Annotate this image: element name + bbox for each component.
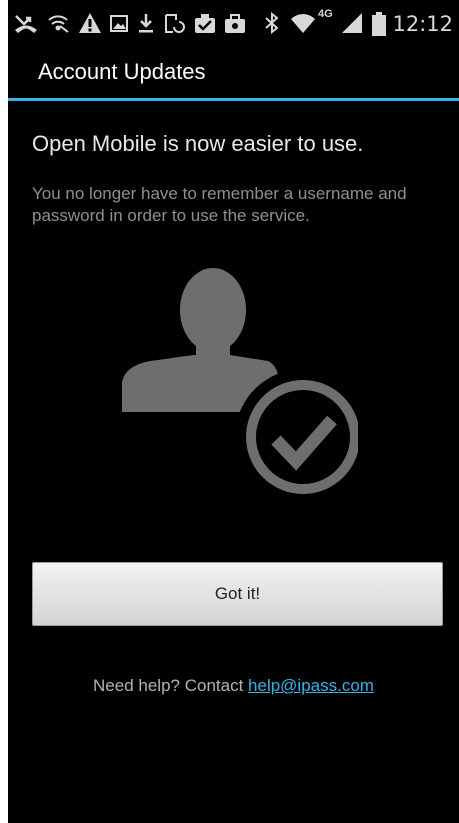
briefcase-icon [225,14,245,33]
user-checkmark-icon [122,268,358,505]
clipboard-check-icon [195,14,215,33]
signal-icon [342,13,362,33]
help-prefix: Need help? Contact [93,676,249,695]
app-bar-divider [8,98,459,101]
network-type-label: 4G [318,8,333,20]
help-email-link[interactable]: help@ipass.com [248,676,374,695]
app-bar-title: Account Updates [38,59,206,84]
headline: Open Mobile is now easier to use. [32,131,364,156]
warning-icon [79,13,101,33]
phone-screen: 4G 12:12 Account Updates Open Mobile is … [8,0,459,823]
got-it-button[interactable]: Got it! [32,562,443,626]
wifi-hotspot-icon [48,15,69,33]
image-icon [110,15,128,32]
body-text: You no longer have to remember a usernam… [32,184,407,225]
wifi-icon [291,14,315,33]
sync-icon [165,14,185,33]
help-line: Need help? Contact help@ipass.com [8,676,459,696]
bluetooth-icon [265,12,279,34]
clock: 12:12 [392,12,453,36]
battery-icon [372,12,386,36]
download-icon [139,14,153,33]
status-bar: 4G 12:12 [8,0,459,46]
missed-call-icon [15,15,37,33]
app-bar: Account Updates [8,46,459,98]
